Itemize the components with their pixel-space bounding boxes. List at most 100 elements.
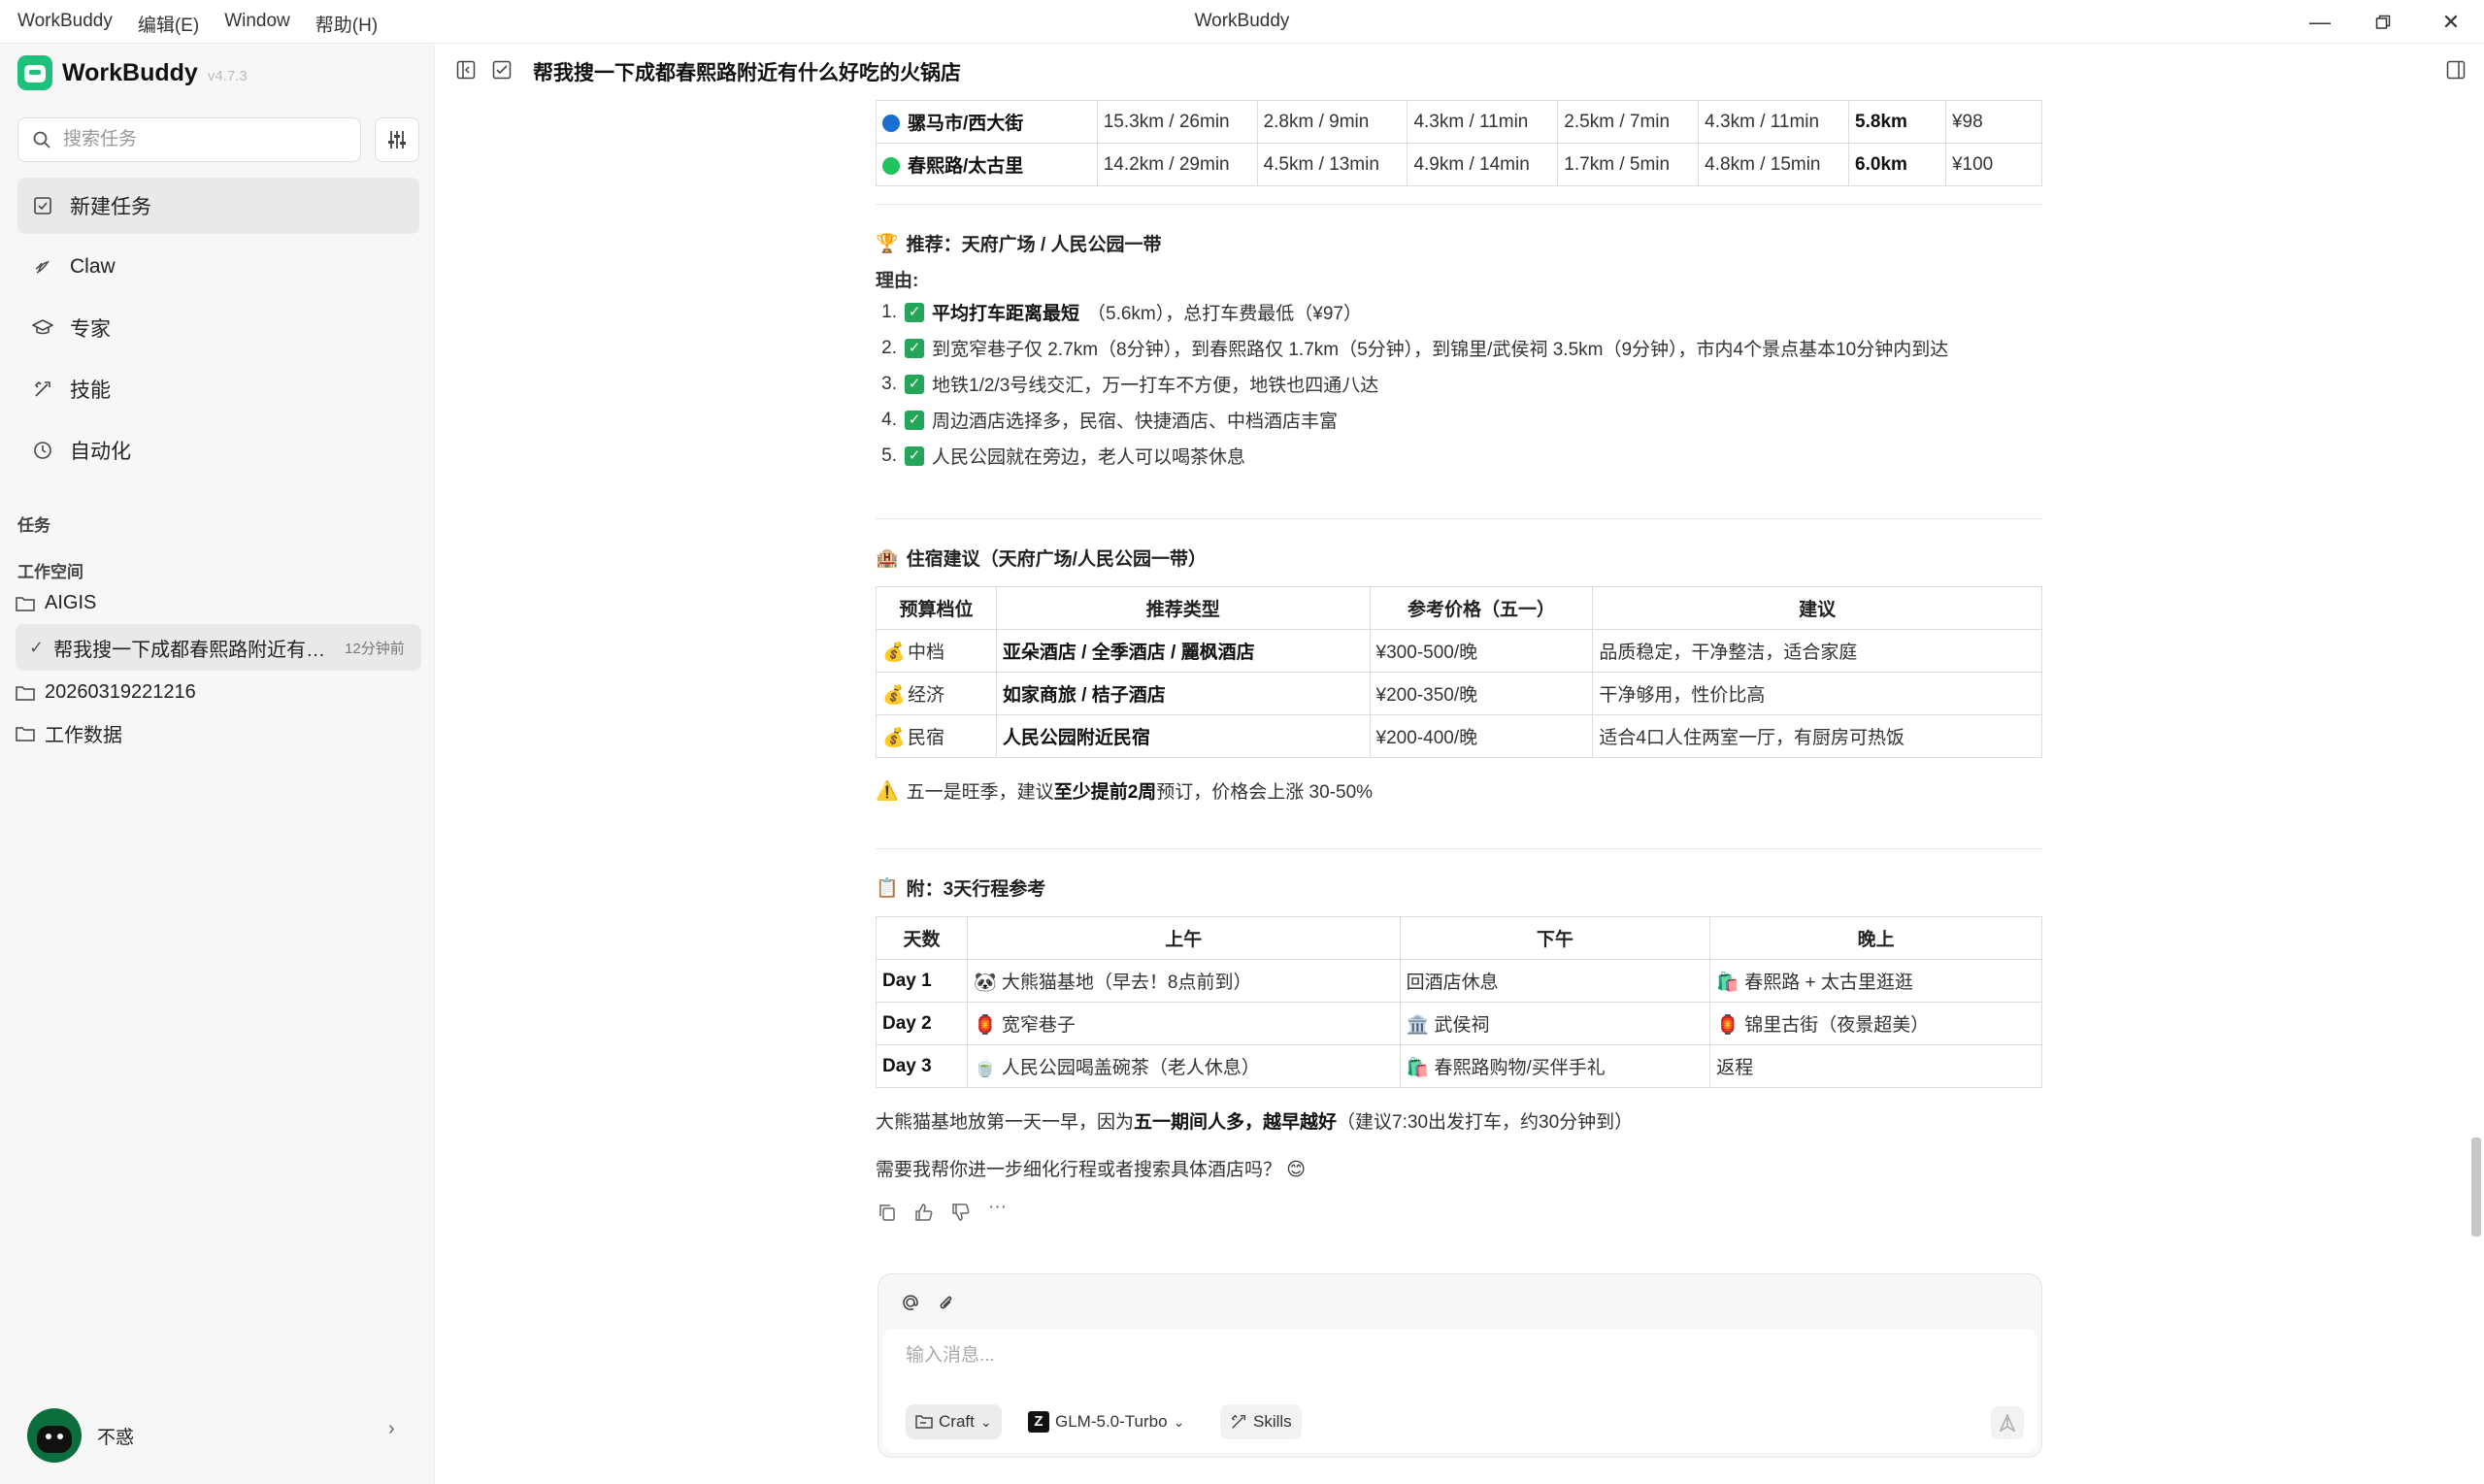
warning-bold: 至少提前2周 — [1053, 782, 1157, 803]
folder-work-data[interactable]: 工作数据 — [16, 719, 122, 747]
green-dot-icon — [882, 157, 900, 175]
table-cell: 2.8km / 9min — [1256, 100, 1408, 144]
table-cell: ¥200-400/晚 — [1369, 714, 1594, 758]
user-profile[interactable]: 不惑 — [27, 1408, 134, 1463]
list-number: 2. — [881, 337, 897, 358]
search-input[interactable] — [61, 128, 333, 151]
list-item: 2. ✓ 到宽窄巷子仅 2.7km（8分钟），到春熙路仅 1.7km（5分钟），到锦… — [876, 330, 2042, 366]
chevron-right-icon[interactable]: › — [388, 1418, 395, 1440]
sidebar-item-claw[interactable]: Claw — [17, 239, 419, 295]
table-cell: 骡马市/西大街 — [876, 100, 1098, 144]
folder-aigis[interactable]: AIGIS — [16, 592, 96, 614]
mode-selector[interactable]: Craft ⌄ — [906, 1404, 1002, 1439]
skill-icon — [1231, 1414, 1246, 1429]
column-header: 天数 — [876, 916, 968, 960]
table-cell: ¥300-500/晚 — [1369, 629, 1594, 673]
mention-icon[interactable] — [900, 1292, 921, 1313]
close-button[interactable]: ✕ — [2417, 0, 2484, 44]
note-text: 大熊猫基地放第一天一早，因为 — [876, 1112, 1135, 1133]
location-name: 骡马市/西大街 — [908, 114, 1024, 134]
sidebar-item-skills[interactable]: 技能 — [17, 361, 419, 417]
right-panel-toggle-button[interactable] — [2443, 57, 2468, 82]
money-bag-icon: 💰 — [882, 643, 906, 663]
table-cell: 💰 经济 — [876, 672, 997, 715]
sidebar-item-new-task[interactable]: 新建任务 — [17, 178, 419, 234]
clipboard-icon: 📋 — [876, 877, 899, 899]
reason-text: 地铁1/2/3号线交汇，万一打车不方便，地铁也四通八达 — [932, 376, 1379, 396]
lodging-heading: 🏨 住宿建议（天府广场/人民公园一带） — [876, 544, 2042, 571]
note-text: （建议7:30出发打车，约30分钟到） — [1337, 1112, 1634, 1133]
sidebar-item-expert[interactable]: 专家 — [17, 300, 419, 356]
user-name: 不惑 — [97, 1427, 135, 1448]
trophy-icon: 🏆 — [876, 233, 899, 254]
table-cell: 4.9km / 14min — [1407, 143, 1559, 186]
reason-text: 人民公园就在旁边，老人可以喝茶休息 — [932, 447, 1246, 468]
send-button[interactable] — [1991, 1406, 2024, 1439]
model-selector[interactable]: Z GLM-5.0-Turbo ⌄ — [1018, 1404, 1194, 1439]
table-cell: 春熙路/太古里 — [876, 143, 1098, 186]
reason-list: 1. ✓ 平均打车距离最短 （5.6km），总打车费最低（¥97） 2. ✓ 到宽窄巷子仅… — [876, 294, 2042, 474]
reason-text: 周边酒店选择多，民宿、快捷酒店、中档酒店丰富 — [932, 412, 1339, 432]
distance-table: 骡马市/西大街 15.3km / 26min 2.8km / 9min 4.3k… — [876, 100, 2043, 186]
list-number: 1. — [881, 301, 897, 322]
warning-text: 预订，价格会上涨 30-50% — [1156, 782, 1374, 803]
followup-question: 需要我帮你进一步细化行程或者搜索具体酒店吗？ 😊 — [876, 1160, 1307, 1180]
main-header: 帮我搜一下成都春熙路附近有什么好吃的火锅店 — [436, 44, 2484, 96]
skills-label: Skills — [1253, 1412, 1292, 1431]
table-cell-price: ¥100 — [1944, 143, 2043, 186]
list-item: 4. ✓ 周边酒店选择多，民宿、快捷酒店、中档酒店丰富 — [876, 402, 2042, 438]
task-item-active[interactable]: ✓ 帮我搜一下成都春熙路附近有什么好吃的火锅店 12分钟前 — [16, 624, 421, 671]
table-cell: 亚朵酒店 / 全季酒店 / 麗枫酒店 — [995, 629, 1371, 673]
task-status-button[interactable] — [489, 57, 514, 82]
table-cell: 🐼 大熊猫基地（早去！8点前到） — [966, 959, 1401, 1003]
thumbs-up-icon[interactable] — [914, 1203, 934, 1222]
search-box[interactable] — [17, 117, 361, 162]
menu-window[interactable]: Window — [224, 11, 290, 37]
chevron-down-icon: ⌄ — [979, 1413, 992, 1430]
location-name: 春熙路/太古里 — [908, 156, 1024, 177]
table-cell: 4.5km / 13min — [1256, 143, 1408, 186]
table-cell: 4.8km / 15min — [1698, 143, 1850, 186]
table-cell: 💰 中档 — [876, 629, 997, 673]
attachment-icon[interactable] — [935, 1292, 956, 1313]
scrollbar[interactable] — [2471, 1138, 2481, 1237]
heading-text: 住宿建议（天府广场/人民公园一带） — [906, 549, 1207, 570]
skills-button[interactable]: Skills — [1220, 1404, 1302, 1439]
collapse-sidebar-button[interactable] — [453, 57, 479, 82]
menu-app[interactable]: WorkBuddy — [17, 11, 113, 37]
more-icon[interactable]: ··· — [988, 1197, 1007, 1222]
menu-help[interactable]: 帮助(H) — [315, 11, 378, 37]
table-row: Day 1 🐼 大熊猫基地（早去！8点前到） 回酒店休息 🛍️ 春熙路 + 太古… — [876, 959, 2042, 1003]
menu-edit[interactable]: 编辑(E) — [138, 11, 199, 37]
table-cell-avg: 5.8km — [1848, 100, 1946, 144]
table-cell: Day 1 — [876, 959, 968, 1003]
table-header-row: 预算档位 推荐类型 参考价格（五一） 建议 — [876, 586, 2042, 630]
restore-icon — [2375, 15, 2391, 29]
column-header: 推荐类型 — [995, 586, 1371, 630]
mode-label: Craft — [939, 1412, 975, 1431]
table-cell: 🏮 宽窄巷子 — [966, 1002, 1401, 1045]
checkmark-icon: ✓ — [905, 410, 924, 430]
table-cell: 🛍️ 春熙路 + 太古里逛逛 — [1709, 959, 2042, 1003]
brand: WorkBuddy v4.7.3 — [17, 55, 248, 90]
title-bar: WorkBuddy 编辑(E) Window 帮助(H) WorkBuddy —… — [0, 0, 2484, 44]
chat-content: 骡马市/西大街 15.3km / 26min 2.8km / 9min 4.3k… — [876, 96, 2043, 1222]
minimize-button[interactable]: — — [2286, 0, 2354, 44]
folder-20260319221216[interactable]: 20260319221216 — [16, 681, 196, 704]
copy-icon[interactable] — [878, 1203, 897, 1222]
folder-icon — [16, 596, 35, 611]
sidebar-item-label: Claw — [70, 255, 116, 278]
list-item: 1. ✓ 平均打车距离最短 （5.6km），总打车费最低（¥97） — [876, 294, 2042, 330]
filter-button[interactable] — [375, 117, 419, 162]
itinerary-note: 大熊猫基地放第一天一早，因为五一期间人多，越早越好（建议7:30出发打车，约30… — [876, 1107, 2042, 1134]
restore-button[interactable] — [2349, 0, 2417, 44]
app-version: v4.7.3 — [207, 67, 248, 84]
sliders-icon — [388, 131, 406, 148]
sidebar: WorkBuddy v4.7.3 新建任务 Claw 专家 — [0, 44, 435, 1484]
sidebar-item-automation[interactable]: 自动化 — [17, 422, 419, 478]
thumbs-down-icon[interactable] — [951, 1203, 971, 1222]
column-header: 下午 — [1399, 916, 1711, 960]
reason-text: 到宽窄巷子仅 2.7km（8分钟），到春熙路仅 1.7km（5分钟），到锦里/武… — [932, 340, 1949, 360]
folder-label: 20260319221216 — [45, 681, 196, 703]
message-input[interactable] — [904, 1344, 1874, 1368]
